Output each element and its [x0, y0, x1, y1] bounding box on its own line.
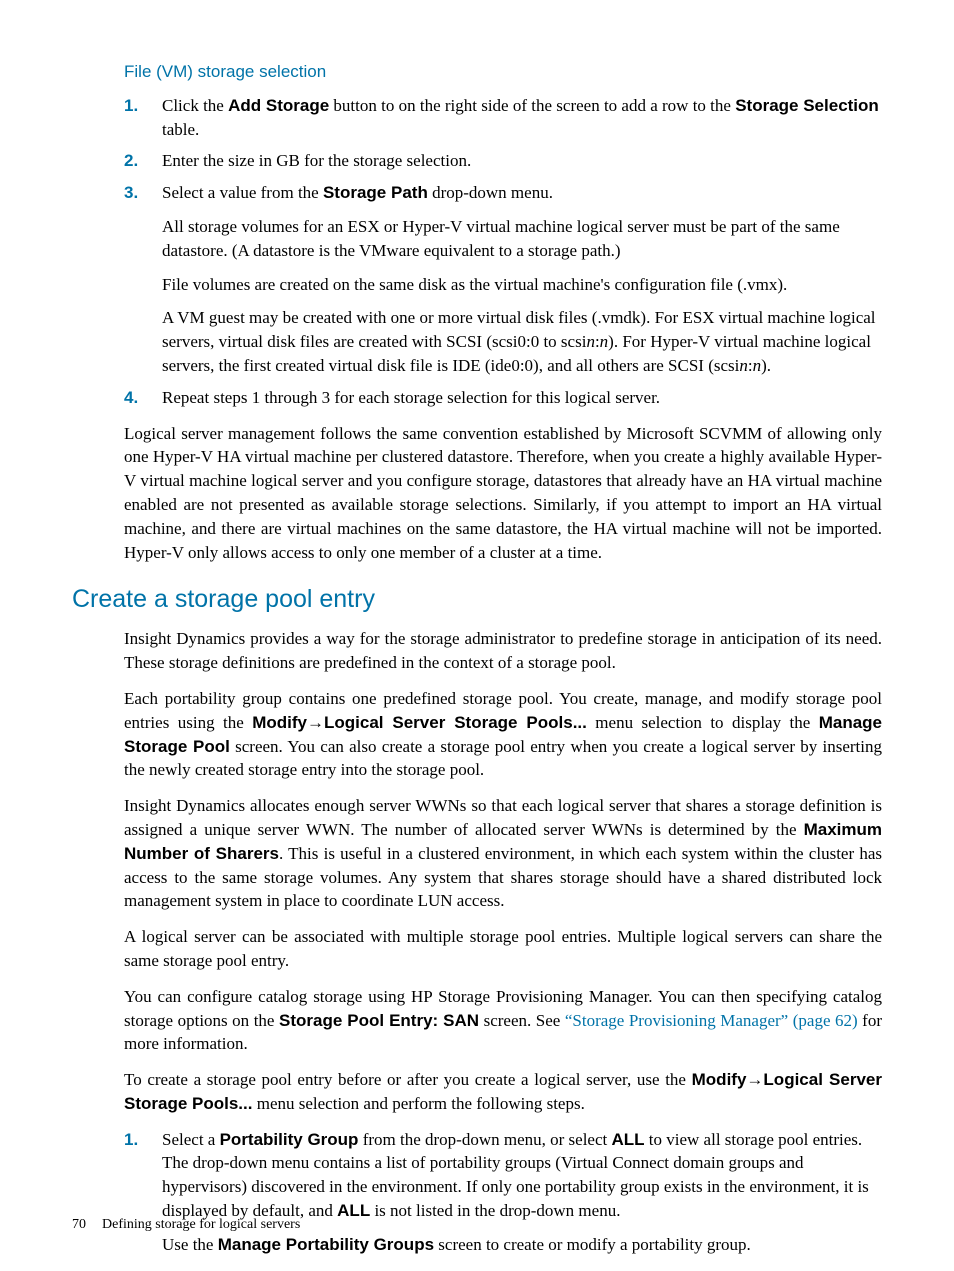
paragraph: All storage volumes for an ESX or Hyper-…: [162, 215, 882, 263]
text-run: ).: [761, 356, 771, 375]
list-number: 2.: [124, 149, 162, 173]
list-content: Click the Add Storage button to on the r…: [162, 94, 882, 142]
text-run: Repeat steps 1 through 3 for each storag…: [162, 388, 660, 407]
text-run: Logical Server Storage Pools...: [324, 713, 587, 732]
text-run: Storage Selection: [735, 96, 879, 115]
text-run: Select a value from the: [162, 183, 323, 202]
text-run: button to on the right side of the scree…: [329, 96, 735, 115]
paragraph: Select a Portability Group from the drop…: [162, 1128, 882, 1223]
text-run: Storage Path: [323, 183, 428, 202]
paragraph: Use the Manage Portability Groups screen…: [162, 1233, 882, 1257]
paragraph: A VM guest may be created with one or mo…: [162, 306, 882, 377]
text-run: →: [307, 713, 324, 732]
paragraph: You can configure catalog storage using …: [124, 985, 882, 1056]
text-run: Storage Pool Entry: SAN: [279, 1011, 479, 1030]
text-run: ALL: [337, 1201, 370, 1220]
text-run: n: [753, 356, 762, 375]
list-content: Select a Portability Group from the drop…: [162, 1128, 882, 1257]
text-run: A logical server can be associated with …: [124, 927, 882, 970]
text-run: Insight Dynamics provides a way for the …: [124, 629, 882, 672]
text-run: Enter the size in GB for the storage sel…: [162, 151, 471, 170]
text-run: Insight Dynamics allocates enough server…: [124, 796, 882, 839]
paragraph: Repeat steps 1 through 3 for each storag…: [162, 386, 882, 410]
text-run: is not listed in the drop-down menu.: [370, 1201, 620, 1220]
paragraph: Insight Dynamics provides a way for the …: [124, 627, 882, 675]
list-number: 1.: [124, 94, 162, 142]
text-run: from the drop-down menu, or select: [358, 1130, 611, 1149]
text-run: n: [600, 332, 609, 351]
text-run: Manage Portability Groups: [218, 1235, 434, 1254]
paragraph: Each portability group contains one pred…: [124, 687, 882, 782]
list-number: 1.: [124, 1128, 162, 1257]
list-item: 3.Select a value from the Storage Path d…: [124, 181, 882, 378]
text-run: menu selection and perform the following…: [252, 1094, 584, 1113]
paragraph: To create a storage pool entry before or…: [124, 1068, 882, 1116]
section-heading-file-vm: File (VM) storage selection: [124, 60, 882, 84]
text-run: To create a storage pool entry before or…: [124, 1070, 692, 1089]
text-run: Modify: [692, 1070, 747, 1089]
list-item: 1.Select a Portability Group from the dr…: [124, 1128, 882, 1257]
text-run: n: [586, 332, 595, 351]
text-run: All storage volumes for an ESX or Hyper-…: [162, 217, 840, 260]
text-run: menu selection to display the: [587, 713, 819, 732]
paragraph: Click the Add Storage button to on the r…: [162, 94, 882, 142]
text-run: Select a: [162, 1130, 220, 1149]
list-content: Repeat steps 1 through 3 for each storag…: [162, 386, 882, 410]
paragraph: Enter the size in GB for the storage sel…: [162, 149, 882, 173]
text-run: Click the: [162, 96, 228, 115]
paragraph: A logical server can be associated with …: [124, 925, 882, 973]
text-run: drop-down menu.: [428, 183, 553, 202]
section-heading-create-storage-pool: Create a storage pool entry: [72, 582, 882, 617]
text-run: File volumes are created on the same dis…: [162, 275, 787, 294]
text-run: Use the: [162, 1235, 218, 1254]
section2-body: Insight Dynamics provides a way for the …: [72, 627, 882, 1115]
list-number: 3.: [124, 181, 162, 378]
ordered-list-section2: 1.Select a Portability Group from the dr…: [124, 1128, 882, 1257]
footer-chapter-title: Defining storage for logical servers: [102, 1215, 300, 1235]
text-run: Add Storage: [228, 96, 329, 115]
text-run: Modify: [252, 713, 307, 732]
text-run: screen. You can also create a storage po…: [124, 737, 882, 780]
list-content: Select a value from the Storage Path dro…: [162, 181, 882, 378]
list-number: 4.: [124, 386, 162, 410]
paragraph: Select a value from the Storage Path dro…: [162, 181, 882, 205]
list-item: 2.Enter the size in GB for the storage s…: [124, 149, 882, 173]
list-content: Enter the size in GB for the storage sel…: [162, 149, 882, 173]
paragraph: Insight Dynamics allocates enough server…: [124, 794, 882, 913]
text-run: screen. See: [479, 1011, 565, 1030]
list-item: 4.Repeat steps 1 through 3 for each stor…: [124, 386, 882, 410]
text-run: screen to create or modify a portability…: [434, 1235, 751, 1254]
page-footer: 70 Defining storage for logical servers: [72, 1215, 300, 1235]
text-run: ALL: [611, 1130, 644, 1149]
page-number: 70: [72, 1215, 86, 1235]
text-run: Portability Group: [220, 1130, 359, 1149]
text-run: table.: [162, 120, 199, 139]
list-item: 1.Click the Add Storage button to on the…: [124, 94, 882, 142]
text-run: n: [739, 356, 748, 375]
text-run: Logical server management follows the sa…: [124, 424, 882, 562]
ordered-list-section1: 1.Click the Add Storage button to on the…: [124, 94, 882, 410]
body-paragraph: Logical server management follows the sa…: [124, 422, 882, 565]
text-run: →: [746, 1070, 763, 1089]
paragraph: File volumes are created on the same dis…: [162, 273, 882, 297]
text-run[interactable]: “Storage Provisioning Manager” (page 62): [565, 1011, 858, 1030]
